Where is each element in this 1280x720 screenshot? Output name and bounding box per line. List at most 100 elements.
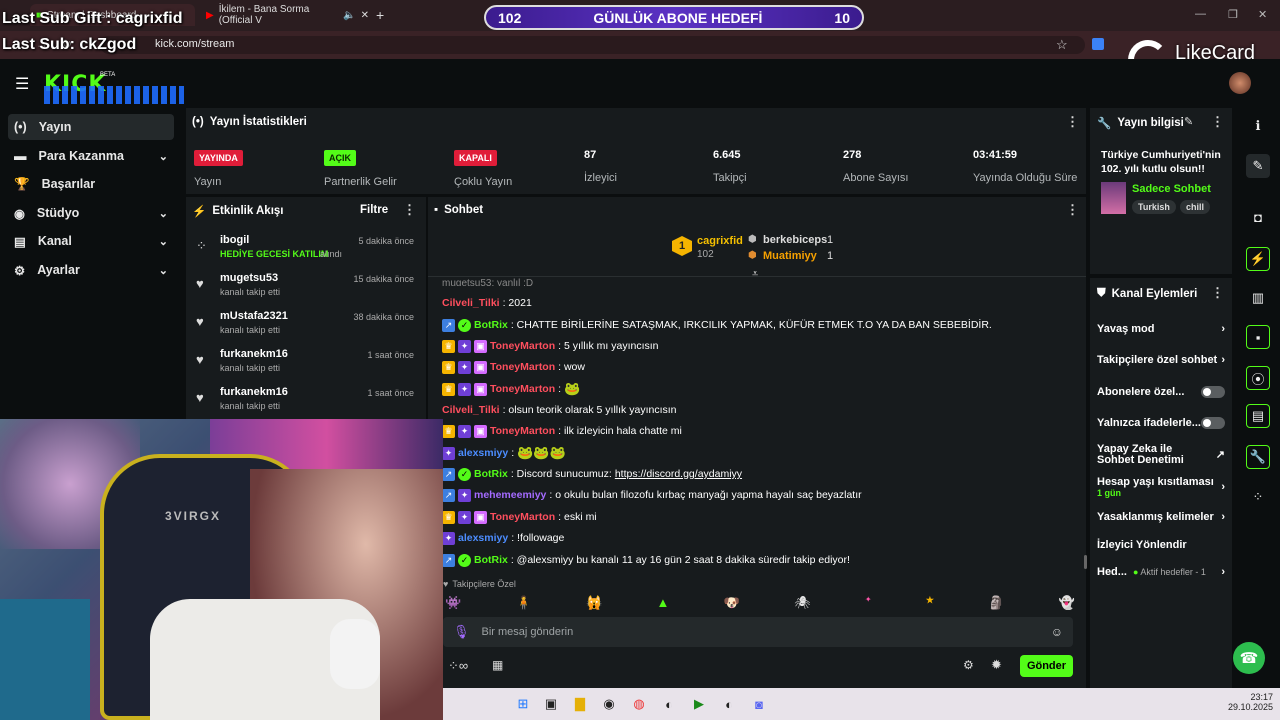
- audio-icon[interactable]: 🔈: [343, 10, 355, 21]
- chat-username[interactable]: BotRix: [474, 468, 508, 480]
- feed-user[interactable]: mUstafa2321: [220, 310, 288, 322]
- chat-settings-icon[interactable]: ⚙: [963, 658, 974, 672]
- minimize-icon[interactable]: —: [1195, 8, 1206, 20]
- obs-icon[interactable]: ◉: [599, 694, 619, 714]
- clock[interactable]: 23:17 29.10.2025: [1213, 692, 1273, 712]
- new-tab-button[interactable]: +: [370, 4, 390, 26]
- chat-link[interactable]: https://discord.gg/aydamiyy: [615, 468, 742, 480]
- channel-actions-more-icon[interactable]: ⋮: [1211, 285, 1224, 301]
- followers-only-item[interactable]: Takipçilere özel sohbet ›: [1097, 353, 1225, 367]
- emote-only-toggle[interactable]: [1201, 417, 1225, 429]
- goals-item[interactable]: Hed... ● Aktif hedefler - 1 ›: [1097, 565, 1225, 579]
- sidebar-item-kanal[interactable]: ▤ Kanal ⌄: [8, 228, 174, 254]
- chat-username[interactable]: ToneyMarton: [490, 340, 555, 352]
- avatar[interactable]: [1229, 72, 1251, 94]
- points-icon[interactable]: ⁘: [1246, 485, 1270, 509]
- chat-scrollbar[interactable]: [1084, 555, 1087, 569]
- chat-points-icon[interactable]: ⁘∞: [448, 658, 468, 674]
- feed-user[interactable]: ibogil: [220, 234, 249, 246]
- tag-badge[interactable]: Turkish: [1132, 200, 1176, 214]
- emote-icon[interactable]: 🕷: [794, 595, 811, 613]
- filter-button[interactable]: Filtre: [360, 204, 388, 216]
- app-icon[interactable]: ◐: [659, 694, 679, 714]
- chat-username[interactable]: ToneyMarton: [490, 425, 555, 437]
- leader-name[interactable]: cagrixfid: [697, 235, 743, 247]
- emoji-picker-icon[interactable]: ☺: [1051, 625, 1063, 639]
- chat-username[interactable]: Cilveli_Tilki: [442, 404, 500, 416]
- task-view-icon[interactable]: ▣: [541, 694, 561, 714]
- sidebar-item-basarilar[interactable]: 🏆 Başarılar: [8, 171, 174, 197]
- chat-username[interactable]: BotRix: [474, 319, 508, 331]
- app-icon[interactable]: ▶: [689, 694, 709, 714]
- chat-username[interactable]: alexsmiyy: [458, 532, 508, 544]
- emote-icon[interactable]: 👻: [1059, 595, 1075, 613]
- mic-icon[interactable]: 🎙: [453, 624, 470, 640]
- chat-username[interactable]: Cilveli_Tilki: [442, 297, 500, 309]
- close-window-icon[interactable]: ✕: [1258, 8, 1267, 21]
- start-icon[interactable]: ⊞: [513, 694, 533, 714]
- mod-tools-icon[interactable]: ✹: [991, 657, 1002, 673]
- sidebar-item-ayarlar[interactable]: ⚙ Ayarlar ⌄: [8, 257, 174, 283]
- chat-username[interactable]: ToneyMarton: [490, 511, 555, 523]
- account-age-item[interactable]: Hesap yaşı kısıtlaması 1 gün ›: [1097, 475, 1225, 499]
- tag-badge[interactable]: chill: [1180, 200, 1211, 214]
- emote-icon[interactable]: ★: [926, 595, 934, 613]
- banned-words-item[interactable]: Yasaklanmış kelimeler ›: [1097, 510, 1225, 524]
- chat-icon[interactable]: ▪: [1246, 325, 1270, 349]
- wrench-icon[interactable]: 🔧: [1246, 445, 1270, 469]
- chat-more-icon[interactable]: ⋮: [1066, 202, 1079, 218]
- store-icon[interactable]: ▦: [492, 658, 503, 672]
- browser-tab-music[interactable]: ▶ İkilem - Bana Sorma (Official V 🔈 ✕: [200, 4, 375, 26]
- chat-username[interactable]: alexsmiyy: [458, 447, 508, 459]
- close-tab-icon[interactable]: ✕: [361, 10, 369, 21]
- file-explorer-icon[interactable]: ▇: [570, 694, 590, 714]
- sidebar-item-studyo[interactable]: ◉ Stüdyo ⌄: [8, 200, 174, 226]
- lightning-icon[interactable]: ⚡: [1246, 247, 1270, 271]
- emote-icon[interactable]: 🙀: [586, 595, 602, 613]
- bookmark-star-icon[interactable]: ☆: [1056, 37, 1068, 53]
- discord-icon[interactable]: ◙: [749, 694, 769, 714]
- hamburger-menu-icon[interactable]: ☰: [15, 74, 29, 94]
- leader-name[interactable]: Muatimiyy: [763, 250, 817, 262]
- support-icon[interactable]: ☎: [1233, 642, 1265, 674]
- feed-user[interactable]: mugetsu53: [220, 272, 278, 284]
- camera-icon[interactable]: ◘: [1246, 205, 1270, 229]
- document-icon[interactable]: ▥: [1246, 286, 1270, 310]
- app-icon[interactable]: ◐: [719, 694, 739, 714]
- chat-username[interactable]: BotRix: [474, 554, 508, 566]
- chat-username[interactable]: ToneyMarton: [490, 361, 555, 373]
- pencil-icon[interactable]: ✎: [1246, 154, 1270, 178]
- category-thumbnail[interactable]: [1101, 182, 1126, 214]
- leader-name[interactable]: berkebiceps: [763, 234, 827, 246]
- extension-icon[interactable]: [1092, 38, 1104, 50]
- chat-username[interactable]: ToneyMarton: [490, 383, 555, 395]
- category-name[interactable]: Sadece Sohbet: [1132, 183, 1211, 195]
- stream-info-more-icon[interactable]: ⋮: [1211, 114, 1224, 130]
- feed-user[interactable]: furkanekm16: [220, 386, 288, 398]
- emote-icon[interactable]: ✦: [865, 595, 872, 613]
- emote-only-item[interactable]: Yalnızca ifadelerle...: [1097, 416, 1225, 430]
- emote-icon[interactable]: 🐶: [724, 595, 740, 613]
- chat-input[interactable]: 🎙 Bir mesaj gönderin ☺: [443, 617, 1073, 647]
- slow-mode-item[interactable]: Yavaş mod ›: [1097, 322, 1225, 336]
- chrome-icon[interactable]: ◍: [629, 694, 649, 714]
- feed-user[interactable]: furkanekm16: [220, 348, 288, 360]
- raid-item[interactable]: İzleyici Yönlendir: [1097, 538, 1225, 552]
- activity-more-icon[interactable]: ⋮: [403, 202, 416, 218]
- sidebar-item-para-kazanma[interactable]: ▬ Para Kazanma ⌄: [8, 143, 174, 169]
- subscribers-only-item[interactable]: Abonelere özel...: [1097, 385, 1225, 399]
- emote-icon[interactable]: 👾: [445, 595, 461, 613]
- emote-icon[interactable]: 🧍: [515, 595, 531, 613]
- chat-username[interactable]: mehemeemiyy: [474, 489, 546, 501]
- send-button[interactable]: Gönder: [1020, 655, 1073, 677]
- expand-leaderboard-icon[interactable]: ⩡: [752, 268, 758, 281]
- emote-icon[interactable]: ▲: [656, 595, 669, 613]
- broadcast-icon[interactable]: ⦿: [1246, 366, 1270, 390]
- url-field[interactable]: kick.com/stream: [100, 36, 1085, 54]
- maximize-icon[interactable]: ❐: [1228, 8, 1238, 21]
- stats-more-icon[interactable]: ⋮: [1066, 114, 1079, 130]
- edit-icon[interactable]: ✎: [1184, 115, 1193, 128]
- layout-icon[interactable]: ▤: [1246, 404, 1270, 428]
- sidebar-item-yayin[interactable]: (•) Yayın: [8, 114, 174, 140]
- info-icon[interactable]: ℹ: [1246, 114, 1270, 138]
